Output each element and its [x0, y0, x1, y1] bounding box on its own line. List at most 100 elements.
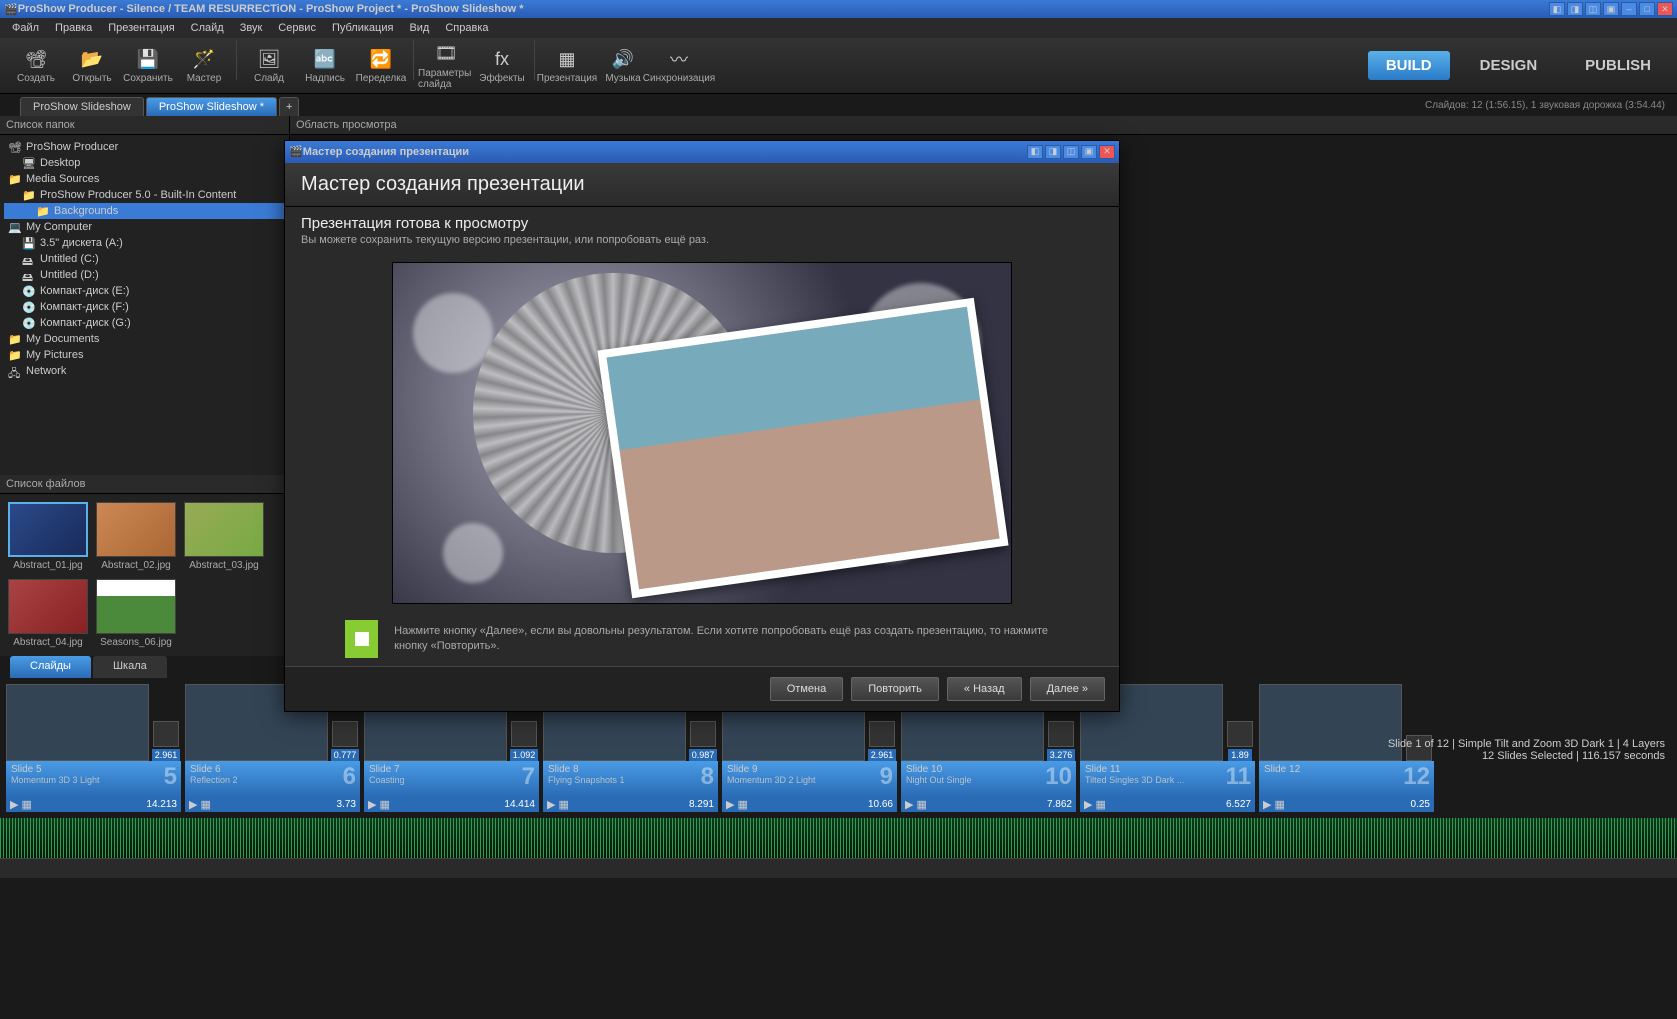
- play-icon[interactable]: ▶ ▦: [905, 798, 927, 811]
- file-thumbnail[interactable]: Abstract_01.jpg: [8, 502, 88, 571]
- file-thumbnail[interactable]: Abstract_03.jpg: [184, 502, 264, 571]
- win-btn[interactable]: ◧: [1549, 2, 1565, 16]
- transition[interactable]: 2.961: [151, 684, 181, 761]
- app-title: ProShow Producer - Silence / TEAM RESURR…: [18, 3, 1549, 15]
- tree-item[interactable]: 💻My Computer: [4, 219, 285, 235]
- play-icon[interactable]: ▶ ▦: [547, 798, 569, 811]
- audio-waveform[interactable]: [0, 818, 1677, 858]
- toolbar-button[interactable]: 🎞Параметры слайда: [418, 40, 474, 92]
- menu-item[interactable]: Презентация: [102, 20, 180, 36]
- mode-publish[interactable]: PUBLISH: [1567, 51, 1669, 80]
- toolbar-button[interactable]: 📽Создать: [8, 40, 64, 92]
- window-buttons: ◧ ◨ ◫ ▣ – □ ✕: [1549, 2, 1673, 16]
- menu-item[interactable]: Справка: [439, 20, 494, 36]
- file-thumbnail[interactable]: Abstract_04.jpg: [8, 579, 88, 648]
- toolbar-icon: 🖼: [257, 47, 281, 71]
- dlg-win-btn[interactable]: ◧: [1027, 145, 1043, 159]
- folder-icon: 📁: [8, 173, 22, 185]
- dialog-note: Вы можете сохранить текущую версию презе…: [285, 234, 1119, 254]
- photo-graphic: [597, 297, 1008, 597]
- document-tab[interactable]: ProShow Slideshow: [20, 97, 144, 116]
- toolbar-button[interactable]: 🖼Слайд: [241, 40, 297, 92]
- slide-name: Slide 9: [727, 764, 892, 775]
- win-btn[interactable]: ◨: [1567, 2, 1583, 16]
- transition[interactable]: 1.89: [1225, 684, 1255, 761]
- menu-item[interactable]: Файл: [6, 20, 45, 36]
- mode-design[interactable]: DESIGN: [1462, 51, 1556, 80]
- toolbar-button[interactable]: 🪄Мастер: [176, 40, 232, 92]
- tab-slides[interactable]: Слайды: [10, 656, 91, 678]
- tree-label: Backgrounds: [54, 205, 118, 217]
- transition-duration: 2.961: [868, 749, 897, 761]
- dialog-close-button[interactable]: ✕: [1099, 145, 1115, 159]
- folder-icon: 🖥: [22, 157, 36, 169]
- tree-item[interactable]: 🖴Untitled (D:): [4, 267, 285, 283]
- play-icon[interactable]: ▶ ▦: [368, 798, 390, 811]
- minimize-button[interactable]: –: [1621, 2, 1637, 16]
- toolbar-button[interactable]: 〰Синхронизация: [651, 40, 707, 92]
- file-thumbnail[interactable]: Seasons_06.jpg: [96, 579, 176, 648]
- play-icon[interactable]: ▶ ▦: [10, 798, 32, 811]
- slide-effect: Flying Snapshots 1: [548, 775, 713, 785]
- play-icon[interactable]: ▶ ▦: [726, 798, 748, 811]
- menu-item[interactable]: Слайд: [185, 20, 230, 36]
- document-tab[interactable]: ProShow Slideshow *: [146, 97, 277, 116]
- folder-icon: 💾: [22, 237, 36, 249]
- tree-item[interactable]: 🖴Untitled (C:): [4, 251, 285, 267]
- close-button[interactable]: ✕: [1657, 2, 1673, 16]
- play-icon[interactable]: ▶ ▦: [189, 798, 211, 811]
- tree-item[interactable]: 💿Компакт-диск (E:): [4, 283, 285, 299]
- retry-button[interactable]: Повторить: [851, 677, 939, 701]
- toolbar-button[interactable]: 💾 Сохранить: [120, 40, 176, 92]
- tree-item[interactable]: 🖧Network: [4, 363, 285, 379]
- tree-item[interactable]: 💿Компакт-диск (F:): [4, 299, 285, 315]
- play-icon[interactable]: ▶ ▦: [1084, 798, 1106, 811]
- transition-duration: 0.987: [689, 749, 718, 761]
- cancel-button[interactable]: Отмена: [770, 677, 843, 701]
- toolbar-button[interactable]: 🔁Переделка: [353, 40, 409, 92]
- dlg-win-btn[interactable]: ▣: [1081, 145, 1097, 159]
- tree-item[interactable]: 📁Backgrounds: [4, 203, 285, 219]
- slide-duration: 3.73: [337, 799, 356, 810]
- transition-icon: [1227, 721, 1253, 747]
- dlg-win-btn[interactable]: ◫: [1063, 145, 1079, 159]
- menu-item[interactable]: Вид: [403, 20, 435, 36]
- back-button[interactable]: « Назад: [947, 677, 1022, 701]
- toolbar-icon: fx: [490, 47, 514, 71]
- tree-item[interactable]: 🖥Desktop: [4, 155, 285, 171]
- stop-button[interactable]: [345, 620, 378, 658]
- win-btn[interactable]: ◫: [1585, 2, 1601, 16]
- play-icon[interactable]: ▶ ▦: [1263, 798, 1285, 811]
- files-panel-header: Список файлов: [0, 475, 289, 494]
- toolbar-label: Сохранить: [123, 73, 173, 84]
- dlg-win-btn[interactable]: ◨: [1045, 145, 1061, 159]
- tree-item[interactable]: 💿Компакт-диск (G:): [4, 315, 285, 331]
- timeline-slide[interactable]: 2.961 Slide 5 Momentum 3D 3 Light 5 ▶ ▦ …: [6, 684, 181, 812]
- tree-item[interactable]: 📁Media Sources: [4, 171, 285, 187]
- tree-item[interactable]: 📁My Documents: [4, 331, 285, 347]
- menu-item[interactable]: Звук: [234, 20, 269, 36]
- menu-item[interactable]: Правка: [49, 20, 98, 36]
- tab-scale[interactable]: Шкала: [93, 656, 167, 678]
- tree-item[interactable]: 📁ProShow Producer 5.0 - Built-In Content: [4, 187, 285, 203]
- toolbar-button[interactable]: fxЭффекты: [474, 40, 530, 92]
- toolbar-icon: 💾: [136, 47, 160, 71]
- maximize-button[interactable]: □: [1639, 2, 1655, 16]
- thumbnail-name: Abstract_04.jpg: [8, 637, 88, 648]
- main-toolbar: 📽Создать📂Открыть 💾 Сохранить🪄Мастер🖼Слайд🔤…: [0, 38, 1677, 94]
- next-button[interactable]: Далее »: [1030, 677, 1105, 701]
- menu-item[interactable]: Сервис: [272, 20, 322, 36]
- folder-icon: 💿: [22, 317, 36, 329]
- toolbar-button[interactable]: 🔤Надпись: [297, 40, 353, 92]
- toolbar-button[interactable]: ▦Презентация: [539, 40, 595, 92]
- tree-item[interactable]: 💾3.5" дискета (A:): [4, 235, 285, 251]
- tree-item[interactable]: 📽ProShow Producer: [4, 139, 285, 155]
- add-tab-button[interactable]: +: [279, 97, 299, 116]
- file-thumbnail[interactable]: Abstract_02.jpg: [96, 502, 176, 571]
- slide-effect: Reflection 2: [190, 775, 355, 785]
- toolbar-button[interactable]: 📂Открыть: [64, 40, 120, 92]
- win-btn[interactable]: ▣: [1603, 2, 1619, 16]
- tree-item[interactable]: 📁My Pictures: [4, 347, 285, 363]
- menu-item[interactable]: Публикация: [326, 20, 399, 36]
- mode-build[interactable]: BUILD: [1368, 51, 1450, 80]
